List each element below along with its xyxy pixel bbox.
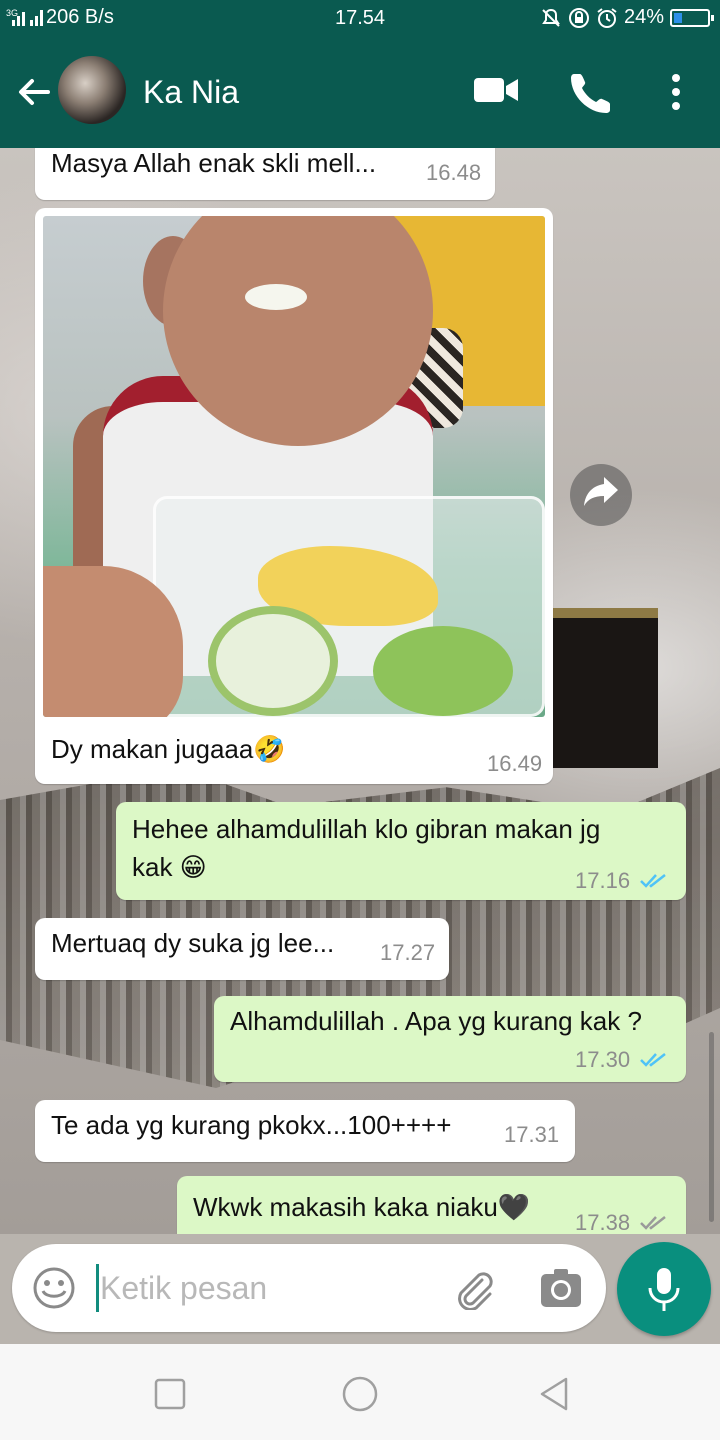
more-vert-icon[interactable] <box>662 72 690 112</box>
message-text: Wkwk makasih kaka niaku🖤 <box>193 1192 531 1222</box>
message-outgoing[interactable]: Alhamdulillah . Apa yg kurang kak ? 17.3… <box>214 996 686 1082</box>
battery-percent: 24% <box>623 6 664 28</box>
message-text: Mertuaq dy suka jg lee... <box>51 928 335 958</box>
message-time: 17.16 <box>575 868 631 893</box>
wallpaper-kaaba <box>548 608 658 768</box>
message-time: 17.30 <box>575 1047 631 1072</box>
alarm-icon <box>597 7 617 28</box>
message-time: 17.27 <box>380 940 436 965</box>
mute-bell-icon <box>542 8 560 27</box>
message-time: 17.38 <box>575 1210 631 1234</box>
microphone-button[interactable] <box>617 1242 711 1336</box>
read-ticks-icon <box>640 874 666 888</box>
battery-icon <box>670 8 714 27</box>
image-caption: Dy makan jugaaa🤣 <box>51 734 286 764</box>
message-incoming[interactable]: Mertuaq dy suka jg lee... 17.27 <box>35 918 449 980</box>
message-text: Te ada yg kurang pkokx...100++++ <box>51 1110 452 1140</box>
message-incoming[interactable]: Te ada yg kurang pkokx...100++++ 17.31 <box>35 1100 575 1162</box>
paperclip-icon[interactable] <box>452 1266 496 1310</box>
chat-area[interactable]: Masya Allah enak skli mell... 16.48 Dy m… <box>0 148 720 1234</box>
camera-icon[interactable] <box>540 1268 582 1308</box>
phone-icon[interactable] <box>570 70 614 114</box>
status-right: 24% <box>540 6 714 29</box>
system-nav-bar <box>0 1344 720 1440</box>
delivered-ticks-icon <box>640 1216 666 1230</box>
arrow-left-icon[interactable] <box>14 72 54 112</box>
message-text: Alhamdulillah . Apa yg kurang kak ? <box>230 1006 642 1036</box>
home-icon[interactable] <box>340 1374 380 1414</box>
message-text: Masya Allah enak skli mell... <box>51 148 377 178</box>
message-input[interactable] <box>100 1262 430 1314</box>
video-camera-icon[interactable] <box>472 72 520 108</box>
back-nav-icon[interactable] <box>534 1374 574 1414</box>
message-text-line1: Hehee alhamdulillah klo gibran makan jg <box>132 814 601 844</box>
message-outgoing[interactable]: Wkwk makasih kaka niaku🖤 17.38 <box>177 1176 686 1234</box>
lock-rotation-icon <box>568 7 589 28</box>
chat-header: Ka Nia <box>0 36 720 148</box>
shared-photo[interactable] <box>43 216 545 717</box>
message-time: 16.49 <box>487 751 543 776</box>
scrollbar[interactable] <box>709 1032 714 1222</box>
microphone-icon <box>648 1268 680 1311</box>
message-time: 17.31 <box>504 1122 560 1147</box>
read-ticks-icon <box>640 1053 666 1067</box>
recents-icon[interactable] <box>150 1374 190 1414</box>
text-caret <box>96 1264 99 1312</box>
status-bar: 3G 206 B/s 17.54 24% <box>0 0 720 36</box>
message-incoming[interactable]: Masya Allah enak skli mell... 16.48 <box>35 148 495 200</box>
message-outgoing[interactable]: Hehee alhamdulillah klo gibran makan jg … <box>116 802 686 900</box>
smiley-icon[interactable] <box>32 1266 76 1310</box>
contact-name[interactable]: Ka Nia <box>143 74 239 111</box>
message-composer <box>12 1244 606 1332</box>
message-time: 16.48 <box>426 160 482 185</box>
message-text-line2: kak 😁 <box>132 852 207 882</box>
message-incoming-image[interactable]: Dy makan jugaaa🤣 16.49 <box>35 208 553 784</box>
avatar[interactable] <box>58 56 126 124</box>
share-icon[interactable] <box>570 464 632 526</box>
